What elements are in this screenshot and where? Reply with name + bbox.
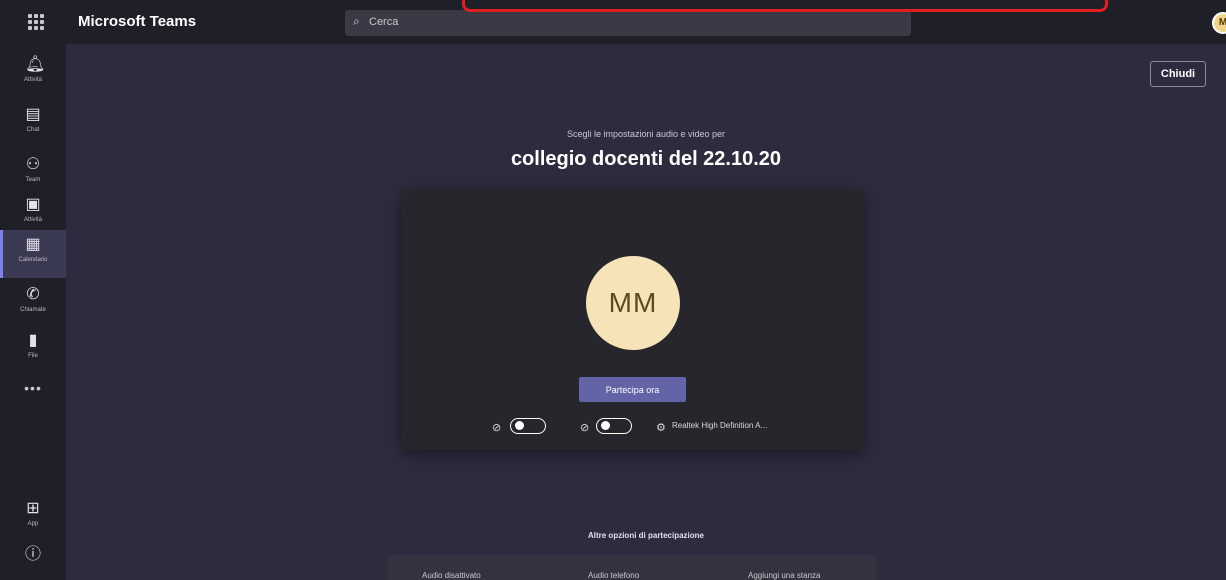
calendar-icon: ▦: [25, 236, 41, 253]
close-button[interactable]: Chiudi: [1150, 61, 1206, 87]
rail-item-calendar[interactable]: ▦ Calendario: [0, 230, 66, 278]
other-join-options: Audio disattivato Audio telefono Aggiung…: [388, 555, 876, 580]
rail-label: Calendario: [18, 257, 48, 263]
file-icon: ▮: [28, 332, 38, 349]
rail-item-chat[interactable]: ▤ Chat: [0, 100, 66, 148]
device-controls: ⊘ ⊘ ⚙ Realtek High Definition A...: [402, 416, 863, 440]
phone-icon: ✆: [26, 286, 40, 303]
prejoin-subtitle: Scegli le impostazioni audio e video per: [566, 129, 726, 139]
chat-icon: ▤: [25, 106, 41, 123]
rail-item-activity[interactable]: 🔔︎ Attività: [0, 50, 66, 98]
rail-label: Team: [25, 177, 41, 183]
app-launcher-icon[interactable]: [28, 14, 44, 30]
rail-item-help[interactable]: ⓘ: [0, 540, 66, 580]
help-icon: ⓘ: [25, 546, 42, 563]
search-icon: ⌕: [353, 14, 360, 28]
app-title: Microsoft Teams: [78, 13, 197, 30]
avatar: MM: [586, 256, 680, 350]
audio-off-option[interactable]: Audio disattivato: [422, 571, 481, 580]
search-placeholder: Cerca: [369, 16, 399, 28]
user-avatar[interactable]: M: [1212, 12, 1226, 34]
camera-toggle[interactable]: [510, 418, 546, 434]
rail-label: Attività: [23, 77, 42, 83]
rail-label: Attività: [23, 217, 42, 223]
camera-off-icon: ⊘: [492, 422, 502, 434]
other-join-options-label: Altre opzioni di partecipazione: [587, 531, 704, 540]
bag-icon: ▣: [25, 196, 41, 213]
bell-icon: 🔔︎: [25, 56, 46, 73]
toggle-knob: [515, 421, 524, 430]
mic-toggle[interactable]: [596, 418, 632, 434]
highlight-frame: [462, 0, 1108, 12]
toggle-knob: [601, 421, 610, 430]
rail-label: File: [28, 353, 38, 359]
rail-label: App: [27, 521, 39, 527]
app-rail: 🔔︎ Attività ▤ Chat ⚇ Team ▣ Attività ▦ C…: [0, 44, 66, 580]
phone-audio-option[interactable]: Audio telefono: [588, 571, 639, 580]
rail-item-calls[interactable]: ✆ Chiamate: [0, 280, 66, 328]
join-now-button[interactable]: Partecipa ora: [579, 377, 686, 402]
gear-icon[interactable]: ⚙: [656, 421, 666, 434]
rail-item-files[interactable]: ▮ File: [0, 326, 66, 374]
title-bar: Microsoft Teams ⌕ Cerca M: [0, 0, 1226, 44]
audio-device-label[interactable]: Realtek High Definition A...: [672, 421, 767, 430]
rail-label: Chiamate: [20, 307, 46, 313]
add-room-option[interactable]: Aggiungi una stanza: [748, 571, 821, 580]
teams-window: Microsoft Teams ⌕ Cerca M 🔔︎ Attività ▤ …: [0, 0, 1226, 580]
mic-off-icon: ⊘: [580, 422, 590, 434]
prejoin-card: MM Partecipa ora ⊘ ⊘ ⚙ Realtek High Defi…: [402, 190, 863, 450]
search-input[interactable]: ⌕ Cerca: [345, 10, 911, 36]
apps-icon: ⊞: [26, 500, 40, 517]
meeting-title: collegio docenti del 22.10.20: [510, 148, 782, 170]
more-apps-icon[interactable]: •••: [0, 380, 66, 396]
